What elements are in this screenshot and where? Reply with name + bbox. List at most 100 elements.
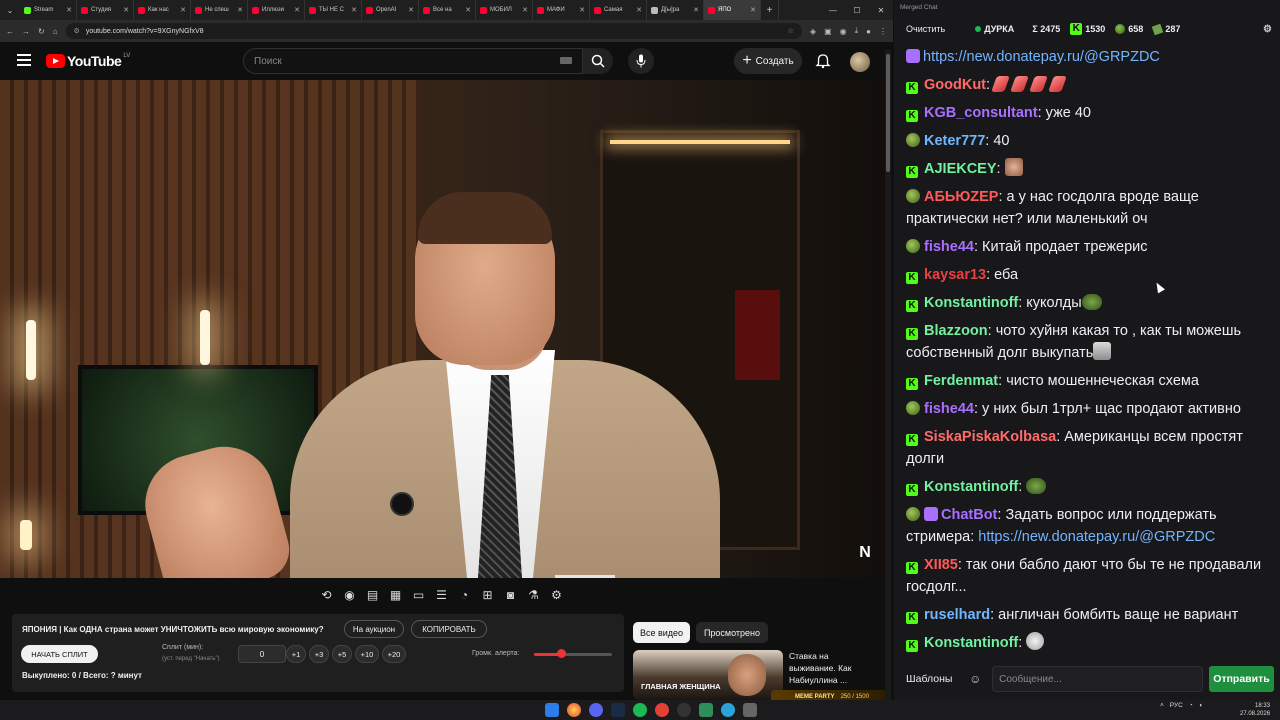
flask-icon[interactable]: ⚗ — [525, 587, 542, 604]
close-tab-icon[interactable]: ✕ — [292, 6, 300, 14]
clapper-icon[interactable]: ▦ — [387, 587, 404, 604]
browser-tab[interactable]: Самая ✕ — [590, 0, 647, 20]
chat-username[interactable]: fishe44 — [924, 239, 974, 255]
keyboard-icon[interactable] — [560, 57, 572, 64]
steam-icon[interactable] — [611, 703, 625, 717]
increment-button[interactable]: +5 — [332, 645, 352, 663]
increment-button[interactable]: +20 — [382, 645, 406, 663]
browser-tab[interactable]: МОБИЛ ✕ — [476, 0, 533, 20]
chat-username[interactable]: KGB_consultant — [924, 105, 1038, 121]
browser-tab[interactable]: Stream ✕ — [20, 0, 77, 20]
chat-username[interactable]: Konstantinoff — [924, 479, 1018, 495]
browser-tab[interactable]: Не спеш ✕ — [191, 0, 248, 20]
speed-icon[interactable]: ◔ — [456, 587, 473, 604]
emoji-icon[interactable]: ☺ — [964, 668, 986, 690]
tab-search-icon[interactable]: ⌄ — [0, 0, 20, 20]
close-tab-icon[interactable]: ✕ — [235, 6, 243, 14]
video-player[interactable]: N — [0, 80, 885, 578]
pip-icon[interactable]: ▭ — [410, 587, 427, 604]
profile-icon[interactable]: ● — [866, 27, 871, 36]
browser-menu-icon[interactable]: ⋮ — [879, 27, 887, 36]
youtube-logo[interactable]: YouTube LV — [46, 53, 130, 69]
add-icon[interactable]: ⊞ — [479, 587, 496, 604]
spotify-icon[interactable] — [633, 703, 647, 717]
alert-volume-handle[interactable] — [557, 649, 567, 658]
download-icon[interactable]: ⤓ — [855, 26, 859, 36]
start-icon[interactable] — [545, 703, 559, 717]
discord-icon[interactable] — [589, 703, 603, 717]
volume-icon[interactable]: ◖ — [1199, 702, 1203, 709]
close-tab-icon[interactable]: ✕ — [64, 6, 72, 14]
browser-tab[interactable]: ЯПО ✕ — [704, 0, 761, 20]
notifications-bell-icon[interactable] — [815, 53, 831, 69]
app-icon[interactable] — [655, 703, 669, 717]
search-button[interactable] — [583, 48, 613, 74]
close-tab-icon[interactable]: ✕ — [634, 6, 642, 14]
chat-message-input[interactable] — [992, 666, 1203, 692]
menu-icon[interactable] — [17, 54, 31, 66]
chat-username[interactable]: Ferdenmat — [924, 373, 998, 389]
chat-username[interactable]: AJIEKCEY — [924, 161, 997, 177]
chat-username[interactable]: АБЬЮZЕР — [924, 189, 998, 205]
copy-button[interactable]: КОПИРОВАТЬ — [411, 620, 487, 638]
chat-username[interactable]: Konstantinoff — [924, 295, 1018, 311]
audio-icon[interactable]: ◉ — [341, 587, 358, 604]
send-button[interactable]: Отправить — [1209, 666, 1274, 692]
chat-username[interactable]: SiskaPiskaKolbasa — [924, 429, 1056, 445]
new-tab-button[interactable]: + — [761, 0, 779, 20]
close-tab-icon[interactable]: ✕ — [520, 6, 528, 14]
bookmark-star-icon[interactable]: ☆ — [788, 27, 794, 35]
recommended-video-thumbnail[interactable]: ГЛАВНАЯ ЖЕНЩИНА — [633, 650, 783, 700]
chat-username[interactable]: ruselhard — [924, 607, 990, 623]
reload-icon[interactable]: ↻ — [38, 27, 45, 36]
close-window-icon[interactable]: ✕ — [869, 6, 893, 15]
increment-button[interactable]: +3 — [309, 645, 329, 663]
language-indicator[interactable]: РУС — [1170, 702, 1183, 709]
to-auction-button[interactable]: На аукцион — [344, 620, 404, 638]
browser-tab[interactable]: Все на ✕ — [419, 0, 476, 20]
increment-button[interactable]: +1 — [286, 645, 306, 663]
voice-search-button[interactable] — [628, 48, 654, 74]
page-scrollbar-thumb[interactable] — [886, 54, 890, 172]
home-icon[interactable]: ⌂ — [53, 27, 58, 36]
settings-gear-icon[interactable]: ⚙ — [548, 587, 565, 604]
chat-username[interactable]: Keter777 — [924, 133, 985, 149]
search-input[interactable] — [244, 49, 582, 73]
chip-all-videos[interactable]: Все видео — [633, 622, 690, 643]
close-tab-icon[interactable]: ✕ — [178, 6, 186, 14]
site-info-icon[interactable]: ⚙ — [74, 27, 80, 35]
browser-tab[interactable]: Студия ✕ — [77, 0, 134, 20]
browser-tab[interactable]: ТЫ НЕ С ✕ — [305, 0, 362, 20]
clock[interactable]: 18:33 27.08.2026 — [1240, 702, 1270, 718]
chat-link[interactable]: https://new.donatepay.ru/@GRPZDC — [923, 49, 1160, 65]
chrome-icon[interactable] — [567, 703, 581, 717]
templates-button[interactable]: Шаблоны — [900, 666, 958, 692]
chat-settings-gear-icon[interactable]: ⚙ — [1263, 24, 1272, 35]
split-minutes-input[interactable] — [238, 645, 286, 663]
browser-tab[interactable]: Как нас ✕ — [134, 0, 191, 20]
start-split-button[interactable]: НАЧАТЬ СПЛИТ — [21, 645, 98, 663]
chevron-up-icon[interactable]: ˄ — [1160, 702, 1164, 709]
extension-icon[interactable]: ◉ — [840, 27, 847, 36]
url-field[interactable]: ⚙ youtube.com/watch?v=9XGnyNGfxV8 ☆ — [65, 23, 802, 39]
chat-link[interactable]: https://new.donatepay.ru/@GRPZDC — [978, 529, 1215, 545]
close-tab-icon[interactable]: ✕ — [406, 6, 414, 14]
close-tab-icon[interactable]: ✕ — [121, 6, 129, 14]
extension-icon[interactable]: ◈ — [810, 27, 816, 36]
browser-tab[interactable]: Д[ы]ра ✕ — [647, 0, 704, 20]
chat-username[interactable]: kaysar13 — [924, 267, 986, 283]
app-icon[interactable] — [699, 703, 713, 717]
loop-icon[interactable]: ⟲ — [318, 587, 335, 604]
chat-username[interactable]: ChatBot — [941, 507, 997, 523]
screenshot-icon[interactable]: ◙ — [502, 587, 519, 604]
close-tab-icon[interactable]: ✕ — [349, 6, 357, 14]
increment-button[interactable]: +10 — [355, 645, 379, 663]
chat-username[interactable]: XII85 — [924, 557, 958, 573]
maximize-icon[interactable]: ☐ — [845, 6, 869, 15]
chat-username[interactable]: Blazzoon — [924, 323, 988, 339]
browser-tab[interactable]: МАФИ ✕ — [533, 0, 590, 20]
close-tab-icon[interactable]: ✕ — [748, 6, 756, 14]
channel-watermark-icon[interactable]: N — [854, 542, 876, 564]
close-tab-icon[interactable]: ✕ — [691, 6, 699, 14]
chip-watched[interactable]: Просмотрено — [696, 622, 768, 643]
